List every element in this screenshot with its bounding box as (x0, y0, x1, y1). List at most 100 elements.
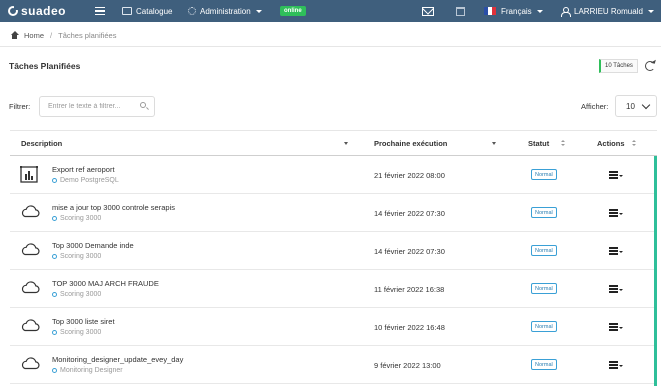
menu-icon (609, 285, 618, 293)
menu-icon (609, 361, 618, 369)
table-row[interactable]: Monitoring_designer_update_evey_day Monit… (10, 346, 657, 384)
nav-catalogue[interactable]: Catalogue (122, 0, 172, 22)
filter-label: Filtrer: (9, 102, 31, 111)
user-menu[interactable]: LARRIEU Romuald (561, 0, 654, 22)
menu-icon (609, 171, 618, 179)
envelope-icon (422, 6, 434, 16)
scrollbar-accent[interactable] (654, 156, 657, 386)
cloud-icon (20, 356, 40, 374)
menu-icon (609, 209, 618, 217)
actions-menu-button[interactable] (609, 171, 623, 179)
menu-icon (609, 247, 618, 255)
col-actions-label: Actions (597, 138, 625, 148)
task-next-run: 14 février 2022 07:30 (374, 209, 445, 218)
messages-button[interactable] (422, 0, 434, 22)
online-status-badge: online (280, 6, 306, 16)
col-description[interactable]: Description (21, 131, 62, 155)
sort-status-icon[interactable] (561, 131, 565, 155)
chevron-down-icon (536, 9, 543, 13)
language-label: Français (501, 6, 532, 16)
home-icon[interactable] (10, 31, 19, 39)
status-badge: Normal (531, 169, 557, 180)
nav-administration[interactable]: Administration (188, 0, 262, 22)
table-row[interactable]: Top 3000 liste siret Scoring 3000 10 févri… (10, 308, 657, 346)
logo-icon (8, 6, 18, 16)
gear-icon (188, 7, 196, 15)
task-source: Scoring 3000 (52, 215, 101, 222)
actions-menu-button[interactable] (609, 361, 623, 369)
task-source-label: Monitoring Designer (60, 367, 123, 374)
chevron-down-icon (619, 212, 623, 215)
task-name[interactable]: TOP 3000 MAJ ARCH FRAUDE (52, 279, 159, 288)
table-row[interactable]: mise a jour top 3000 controle serapis Sco… (10, 194, 657, 232)
task-name[interactable]: mise a jour top 3000 controle serapis (52, 203, 175, 212)
task-count-badge: 10 Tâches (599, 59, 638, 73)
task-next-run: 21 février 2022 08:00 (374, 171, 445, 180)
task-source-label: Scoring 3000 (60, 329, 102, 336)
french-flag-icon (484, 7, 496, 15)
suadeo-logo[interactable]: suadeo (8, 3, 66, 19)
chevron-down-icon (255, 9, 262, 13)
task-next-run: 9 février 2022 13:00 (374, 361, 441, 370)
hamburger-menu-icon[interactable] (94, 0, 106, 22)
refresh-icon[interactable] (645, 61, 655, 71)
source-dot-icon (52, 178, 57, 183)
page-size-select[interactable]: 10 (615, 95, 657, 117)
actions-menu-button[interactable] (609, 247, 623, 255)
actions-menu-button[interactable] (609, 285, 623, 293)
task-source: Scoring 3000 (52, 253, 101, 260)
language-dropdown[interactable]: Français (484, 0, 543, 22)
show-label: Afficher: (581, 102, 609, 111)
col-next-run[interactable]: Prochaine exécution (374, 131, 447, 155)
user-name: LARRIEU Romuald (574, 6, 643, 16)
source-dot-icon (52, 292, 57, 297)
col-status-label: Statut (528, 138, 550, 148)
breadcrumb-home[interactable]: Home (24, 31, 44, 40)
col-status[interactable]: Statut (528, 131, 549, 155)
source-dot-icon (52, 330, 57, 335)
task-name[interactable]: Top 3000 liste siret (52, 317, 115, 326)
col-next-run-label: Prochaine exécution (374, 138, 448, 148)
table-row[interactable]: Top 3000 Demande inde Scoring 3000 14 févr… (10, 232, 657, 270)
task-next-run: 10 février 2022 16:48 (374, 323, 445, 332)
filter-input[interactable] (39, 96, 155, 117)
menu-icon (609, 323, 618, 331)
page-size-value: 10 (626, 101, 635, 111)
cloud-icon (20, 242, 40, 260)
table-header: Description Prochaine exécution Statut A… (10, 130, 657, 156)
chevron-down-icon (619, 326, 623, 329)
user-icon (561, 6, 571, 17)
task-source-label: Scoring 3000 (60, 291, 102, 298)
actions-menu-button[interactable] (609, 209, 623, 217)
chevron-down-icon (641, 100, 651, 110)
sort-next-run-icon[interactable] (492, 131, 496, 155)
sort-actions-icon[interactable] (632, 131, 636, 155)
breadcrumb-separator: / (50, 30, 53, 40)
calendar-button[interactable] (456, 0, 465, 22)
source-dot-icon (52, 368, 57, 373)
table-row[interactable]: Export ref aeroport Demo PostgreSQL 21 fév… (10, 156, 657, 194)
chevron-down-icon (619, 364, 623, 367)
cloud-icon (20, 280, 40, 298)
nav-catalogue-label: Catalogue (136, 6, 173, 16)
chevron-down-icon (619, 250, 623, 253)
task-source-label: Scoring 3000 (60, 215, 102, 222)
col-description-label: Description (21, 138, 63, 148)
task-name[interactable]: Monitoring_designer_update_evey_day (52, 355, 183, 364)
source-dot-icon (52, 254, 57, 259)
tasks-table: Description Prochaine exécution Statut A… (10, 130, 657, 384)
task-name[interactable]: Export ref aeroport (52, 165, 115, 174)
sort-description-icon[interactable] (344, 131, 348, 155)
chevron-down-icon (647, 9, 654, 13)
nav-administration-label: Administration (200, 6, 251, 16)
breadcrumb: Home / Tâches planifiées (10, 29, 116, 41)
status-badge: Normal (531, 359, 557, 370)
task-name[interactable]: Top 3000 Demande inde (52, 241, 134, 250)
top-navbar: suadeo Catalogue Administration online F… (0, 0, 661, 22)
task-source: Monitoring Designer (52, 367, 123, 374)
table-row[interactable]: TOP 3000 MAJ ARCH FRAUDE Scoring 3000 11 f… (10, 270, 657, 308)
status-badge: Normal (531, 207, 557, 218)
chart-icon (19, 165, 40, 184)
task-source: Demo PostgreSQL (52, 177, 119, 184)
actions-menu-button[interactable] (609, 323, 623, 331)
